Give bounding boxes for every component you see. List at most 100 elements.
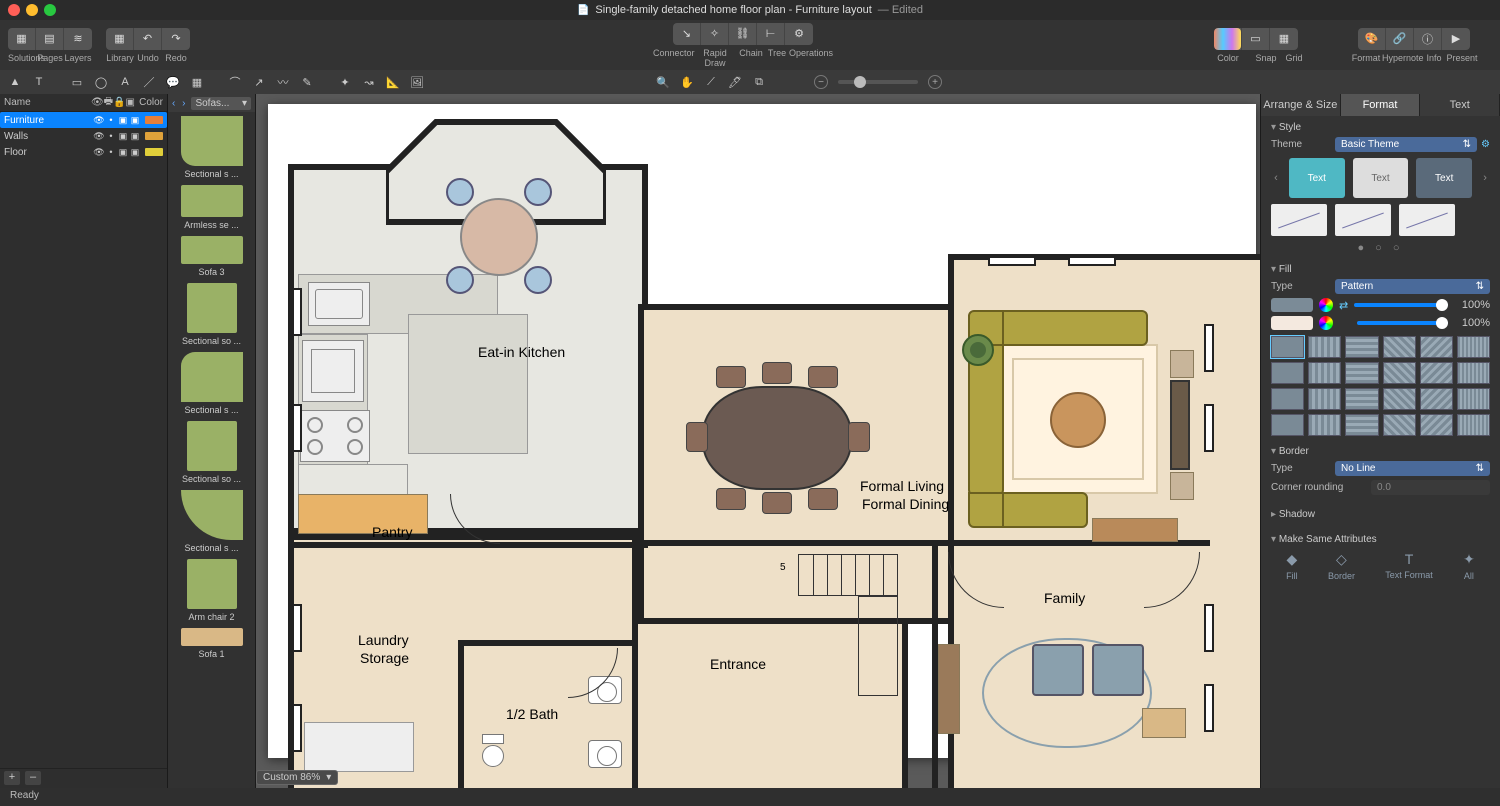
layer-row[interactable]: Walls👁•▣▣ [0,128,167,144]
pattern-swatch[interactable] [1345,414,1378,436]
sideboard[interactable] [1092,518,1178,542]
border-type-select[interactable]: No Line⇅ [1335,461,1490,476]
msa-text[interactable]: TText Format [1385,551,1433,581]
fill-type-select[interactable]: Pattern⇅ [1335,279,1490,294]
zoom-control[interactable]: Custom 86%▾ [256,770,338,785]
sofa-bottom[interactable] [998,492,1088,528]
pan-tool[interactable]: ✋ [676,73,698,91]
plant[interactable] [962,334,994,366]
snap-button[interactable]: ▭ [1242,28,1270,50]
kitchen-table[interactable] [460,198,538,276]
present-button[interactable]: ▶ [1442,28,1470,50]
dining-chair[interactable] [686,422,708,452]
fill-color-1[interactable] [1271,298,1313,312]
toilet[interactable] [480,734,506,768]
path-tool[interactable]: ↝ [358,73,380,91]
opacity-slider-2[interactable] [1357,321,1448,325]
corner-rounding-input[interactable]: 0.0 [1371,480,1490,495]
minimize-window-button[interactable] [26,4,38,16]
library-item[interactable]: Sectional s ... [172,352,251,415]
family-chair[interactable] [1032,644,1084,696]
canvas[interactable]: Eat-in Kitchen Pantry Laundry Storage 1/… [256,94,1260,788]
pattern-swatch[interactable] [1271,362,1304,384]
pattern-swatch[interactable] [1383,336,1416,358]
section-border[interactable]: Border [1271,446,1490,457]
select-tool[interactable]: ▲ [4,73,26,91]
pattern-swatch[interactable] [1383,388,1416,410]
fridge[interactable] [302,340,364,402]
pattern-swatch[interactable] [1308,388,1341,410]
library-item[interactable]: Armless se ... [172,185,251,230]
line-tool[interactable]: ／ [138,73,160,91]
dining-chair[interactable] [716,366,746,388]
pattern-swatch[interactable] [1457,336,1490,358]
sofa-top[interactable] [998,310,1148,346]
remove-layer-button[interactable]: – [25,771,41,785]
library-item[interactable]: Sofa 3 [172,236,251,277]
text-tool[interactable]: T [28,73,50,91]
pen-tool[interactable]: ✎ [296,73,318,91]
crop-tool[interactable]: ⧉ [748,73,770,91]
kitchen-island[interactable] [408,314,528,454]
rapid-draw-button[interactable]: ✧ [701,23,729,45]
tab-arrange[interactable]: Arrange & Size [1261,94,1341,116]
operations-button[interactable]: ⚙ [785,23,813,45]
redo-button[interactable]: ↷ [162,28,190,50]
undo-button[interactable]: ↶ [134,28,162,50]
library-item[interactable]: Sectional so ... [172,421,251,484]
section-msa[interactable]: Make Same Attributes [1271,534,1490,545]
info-button[interactable]: ⓘ [1414,28,1442,50]
pattern-swatch[interactable] [1308,414,1341,436]
opacity-slider-1[interactable] [1354,303,1448,307]
theme-card[interactable]: Text [1353,158,1409,198]
section-style[interactable]: Style [1271,122,1490,133]
section-fill[interactable]: Fill [1271,264,1490,275]
rect-tool[interactable]: ▭ [66,73,88,91]
msa-border[interactable]: ◇Border [1328,551,1355,581]
grid-button[interactable]: ▦ [1270,28,1298,50]
sofa-corner[interactable] [968,492,1004,528]
callout-tool[interactable]: 💬 [162,73,184,91]
kitchen-chair[interactable] [446,266,474,294]
zoom-window-button[interactable] [44,4,56,16]
theme-next[interactable]: › [1480,172,1490,184]
dining-chair[interactable] [762,492,792,514]
pattern-swatch[interactable] [1457,414,1490,436]
theme-select[interactable]: Basic Theme⇅ [1335,137,1477,152]
add-layer-button[interactable]: + [4,771,20,785]
close-window-button[interactable] [8,4,20,16]
library-item[interactable]: Sectional so ... [172,283,251,346]
coffee-table[interactable] [1050,392,1106,448]
measure-tool[interactable]: 📐 [382,73,404,91]
pattern-swatch[interactable] [1271,388,1304,410]
side-table[interactable] [1142,708,1186,738]
speaker[interactable] [1170,472,1194,500]
library-item[interactable]: Sofa 1 [172,628,251,659]
pattern-swatch[interactable] [1420,362,1453,384]
pattern-swatch[interactable] [1271,336,1304,358]
theme-settings-icon[interactable]: ⚙ [1481,139,1490,150]
ellipse-tool[interactable]: ◯ [90,73,112,91]
highlighter-tool[interactable]: 🖊 [724,73,746,91]
library-item[interactable]: Arm chair 2 [172,559,251,622]
dining-chair[interactable] [808,488,838,510]
kitchen-chair[interactable] [524,266,552,294]
dining-chair[interactable] [808,366,838,388]
library-dropdown[interactable]: Sofas...▾ [191,97,251,110]
zoom-slider[interactable] [838,80,918,84]
theme-pager[interactable]: ● ○ ○ [1271,242,1490,254]
connector-button[interactable]: ↘ [673,23,701,45]
pattern-swatch[interactable] [1457,362,1490,384]
color-wheel-icon[interactable] [1319,298,1333,312]
line-style-card[interactable] [1271,204,1327,236]
stairs-upper[interactable] [798,554,898,596]
line-style-card[interactable] [1335,204,1391,236]
page[interactable]: Eat-in Kitchen Pantry Laundry Storage 1/… [268,104,1256,758]
pattern-swatch[interactable] [1345,362,1378,384]
kitchen-sink[interactable] [308,282,370,326]
dining-table[interactable] [702,386,852,490]
stairs-lower[interactable] [858,596,898,696]
pages-button[interactable]: ▤ [36,28,64,50]
image-tool[interactable]: 🖼 [406,73,428,91]
color-wheel-icon[interactable] [1319,316,1333,330]
